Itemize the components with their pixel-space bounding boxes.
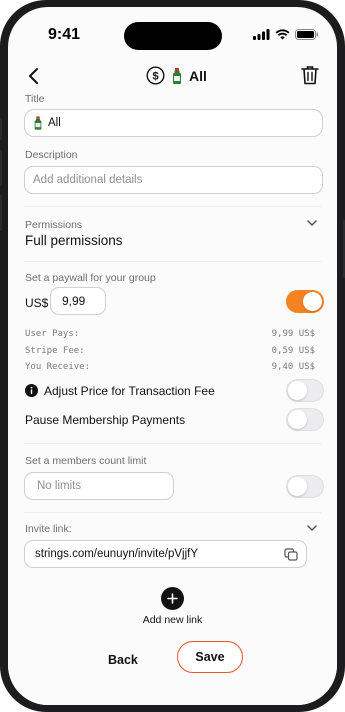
members-limit-placeholder: No limits <box>37 480 82 492</box>
permissions-label: Permissions <box>25 219 83 231</box>
mute-switch <box>0 118 2 140</box>
divider <box>24 206 321 207</box>
members-limit-label: Set a members count limit <box>25 455 147 467</box>
members-limit-toggle[interactable] <box>286 475 324 498</box>
trash-icon[interactable] <box>301 65 319 85</box>
battery-icon <box>295 29 318 40</box>
phone-frame: 9:41 $ All Title All Description Add add… <box>0 0 345 712</box>
title-value: All <box>48 117 61 129</box>
user-pays-value: 9,99 US$ <box>271 329 315 339</box>
description-input[interactable]: Add additional details <box>24 166 323 194</box>
chevron-down-icon[interactable] <box>307 525 317 532</box>
toggle-knob <box>288 477 307 496</box>
add-link-label[interactable]: Add new link <box>8 614 337 626</box>
you-receive-label: You Receive: <box>25 362 91 372</box>
app-screen: 9:41 $ All Title All Description Add add… <box>8 7 337 705</box>
adjust-price-toggle[interactable] <box>286 379 324 402</box>
divider <box>24 443 321 444</box>
chevron-left-icon[interactable] <box>26 67 42 85</box>
invite-link-field[interactable]: strings.com/eunuyn/invite/pVjjfY <box>24 540 307 568</box>
status-time: 9:41 <box>48 26 81 43</box>
bottom-action-bar: Back Save <box>8 635 337 705</box>
volume-up-button <box>0 150 2 186</box>
price-input[interactable]: 9,99 <box>50 287 106 315</box>
price-value: 9,99 <box>62 294 86 308</box>
info-icon[interactable] <box>25 384 38 397</box>
title-label: Title <box>25 93 45 105</box>
members-limit-input[interactable]: No limits <box>24 472 174 500</box>
toggle-knob <box>288 410 307 429</box>
plus-icon <box>167 593 178 604</box>
toggle-knob <box>303 292 322 311</box>
nav-title: All <box>189 67 207 84</box>
status-bar: 9:41 <box>8 7 337 57</box>
pause-payments-label: Pause Membership Payments <box>25 413 186 427</box>
description-placeholder: Add additional details <box>33 174 143 186</box>
bottle-emoji-icon <box>173 67 181 84</box>
wifi-icon <box>275 29 290 40</box>
nav-title-group: $ All <box>146 66 207 85</box>
divider <box>24 512 321 513</box>
chevron-down-icon[interactable] <box>307 220 317 227</box>
you-receive-value: 9,40 US$ <box>271 362 315 372</box>
nav-bar: $ All <box>8 59 337 93</box>
stripe-fee-value: 0,59 US$ <box>271 346 315 356</box>
divider <box>24 261 321 262</box>
invite-label: Invite link: <box>25 523 72 535</box>
copy-icon[interactable] <box>284 548 298 561</box>
svg-text:$: $ <box>152 71 158 83</box>
bottle-emoji-icon <box>34 116 42 130</box>
permissions-value[interactable]: Full permissions <box>25 233 123 248</box>
user-pays-label: User Pays: <box>25 329 80 339</box>
dollar-coin-icon[interactable]: $ <box>146 66 165 85</box>
invite-link-url: strings.com/eunuyn/invite/pVjjfY <box>35 548 198 560</box>
currency-label: US$ <box>25 296 49 310</box>
volume-down-button <box>0 195 2 231</box>
back-button[interactable]: Back <box>108 653 138 667</box>
dynamic-island <box>124 22 222 50</box>
paywall-toggle[interactable] <box>286 290 324 313</box>
title-input[interactable]: All <box>24 109 323 137</box>
description-label: Description <box>25 149 78 161</box>
stripe-fee-label: Stripe Fee: <box>25 346 85 356</box>
status-icons <box>253 29 319 40</box>
toggle-knob <box>288 381 307 400</box>
signal-icon <box>253 29 270 40</box>
add-link-button[interactable] <box>161 587 184 610</box>
pause-payments-toggle[interactable] <box>286 408 324 431</box>
paywall-label: Set a paywall for your group <box>25 272 156 284</box>
adjust-price-label: Adjust Price for Transaction Fee <box>44 384 215 398</box>
save-button[interactable]: Save <box>177 641 243 673</box>
